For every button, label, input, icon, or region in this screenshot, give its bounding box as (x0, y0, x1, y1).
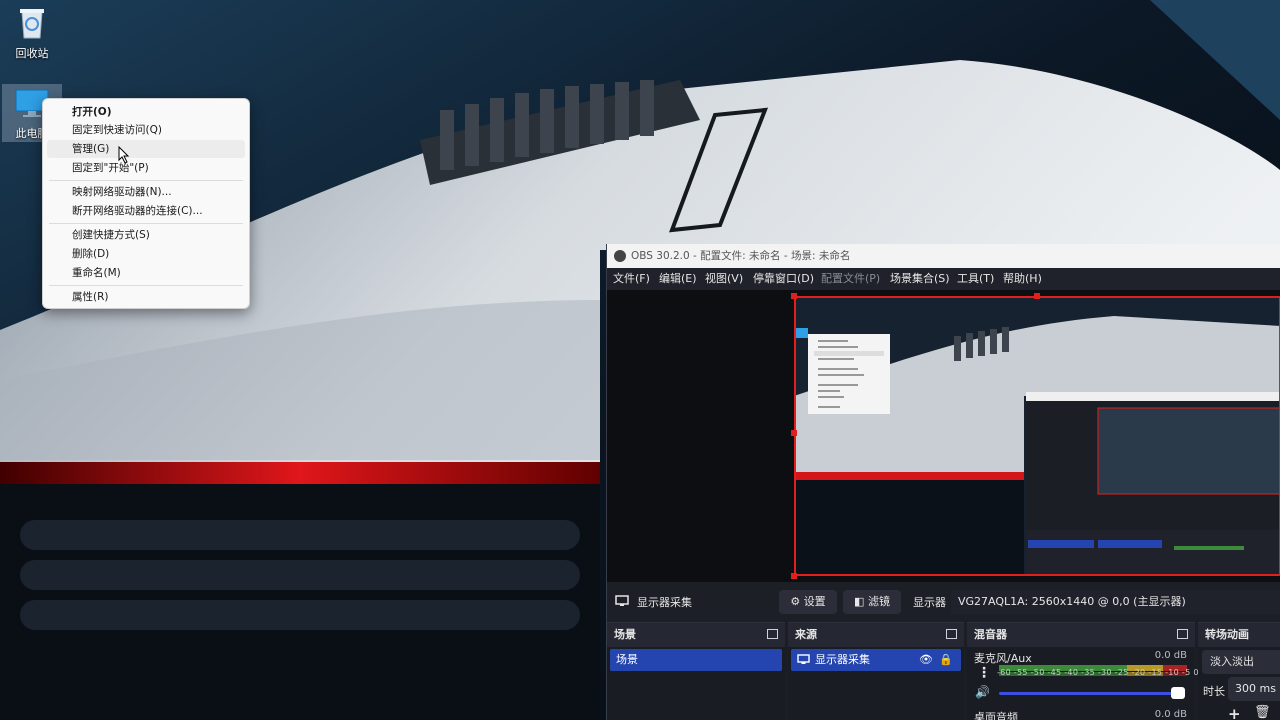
menu-item-pin-quick-access[interactable]: 固定到快速访问(Q) (47, 121, 245, 139)
menu-item-manage[interactable]: 管理(G) (47, 140, 245, 158)
menu-item-create-shortcut[interactable]: 创建快捷方式(S) (47, 226, 245, 244)
sources-dock: 来源 显示器采集 👁 🔒 (788, 622, 964, 720)
resize-handle[interactable] (1034, 293, 1040, 299)
lock-icon[interactable]: 🔒 (939, 649, 953, 671)
transition-type-select[interactable]: 淡入淡出 (1202, 650, 1280, 674)
source-list-item[interactable]: 显示器采集 👁 🔒 (791, 649, 961, 671)
resize-handle[interactable] (791, 573, 797, 579)
menu-item-map-network-drive[interactable]: 映射网络驱动器(N)... (47, 183, 245, 201)
trash-icon[interactable]: 🗑 (1254, 705, 1271, 720)
selected-source-name: 显示器采集 (637, 596, 692, 609)
mixer-dock-title: 混音器 (974, 628, 1007, 641)
filter-icon: ◧ (854, 595, 865, 608)
menu-separator (49, 180, 243, 181)
desktop-audio-channel-level: 0.0 dB (1154, 709, 1187, 720)
sources-dock-header: 来源 (788, 623, 964, 647)
mixer-dock-header: 混音器 (967, 623, 1195, 647)
mouse-cursor-icon (118, 146, 130, 164)
eye-visibility-icon[interactable]: 👁 (919, 649, 933, 671)
obs-menubar: 文件(F) 编辑(E) 视图(V) 停靠窗口(D) 配置文件(P) 场景集合(S… (607, 268, 1280, 290)
transitions-dock-title: 转场动画 (1205, 628, 1249, 641)
scene-list-item[interactable]: 场景 (610, 649, 782, 671)
obs-window: OBS 30.2.0 - 配置文件: 未命名 - 场景: 未命名 文件(F) 编… (606, 244, 1280, 720)
settings-label: 设置 (803, 595, 826, 608)
kebab-menu-icon[interactable]: ⋮ (977, 665, 991, 681)
recycle-bin-desktop-icon[interactable]: 回收站 (2, 4, 62, 61)
menu-help[interactable]: 帮助(H) (1003, 268, 1042, 290)
obs-window-title: OBS 30.2.0 - 配置文件: 未命名 - 场景: 未命名 (631, 250, 851, 262)
speaker-volume-icon[interactable]: 🔊 (975, 685, 990, 699)
scenes-dock: 场景 场景 (607, 622, 785, 720)
duration-input[interactable]: 300 ms (1228, 677, 1280, 701)
volume-slider-track[interactable] (999, 692, 1179, 695)
display-source-icon (615, 595, 629, 606)
menu-tools[interactable]: 工具(T) (957, 268, 994, 290)
duration-value: 300 ms (1235, 682, 1276, 695)
menu-file[interactable]: 文件(F) (613, 268, 650, 290)
obs-preview-area[interactable] (607, 290, 1280, 582)
transitions-dock-header: 转场动画 (1198, 623, 1280, 647)
gear-icon: ⚙ (790, 595, 801, 608)
scenes-dock-header: 场景 (607, 623, 785, 647)
scene-transitions-dock: 转场动画 淡入淡出 时长 300 ms + 🗑 (1198, 622, 1280, 720)
source-settings-button[interactable]: ⚙ 设置 (779, 590, 837, 614)
obs-titlebar[interactable]: OBS 30.2.0 - 配置文件: 未命名 - 场景: 未命名 (607, 244, 1280, 268)
mic-channel-level: 0.0 dB (1154, 650, 1187, 661)
display-select-value: VG27AQL1A: 2560x1440 @ 0,0 (主显示器) (958, 595, 1186, 608)
undock-icon[interactable] (946, 629, 957, 639)
scenes-dock-title: 场景 (614, 628, 636, 641)
resize-handle[interactable] (791, 430, 797, 436)
display-label: 显示器 (913, 596, 946, 609)
duration-label: 时长 (1203, 685, 1225, 698)
display-select[interactable]: VG27AQL1A: 2560x1440 @ 0,0 (主显示器) (951, 590, 1280, 614)
transition-type-value: 淡入淡出 (1210, 655, 1254, 668)
menu-item-disconnect-network-drive[interactable]: 断开网络驱动器的连接(C)... (47, 202, 245, 220)
source-toolbar: 显示器采集 ⚙ 设置 ◧ 滤镜 显示器 VG27AQL1A: 2560x1440… (607, 582, 1280, 622)
menu-separator (49, 223, 243, 224)
volume-slider-handle[interactable] (1171, 687, 1185, 699)
menu-item-properties[interactable]: 属性(R) (47, 288, 245, 306)
menu-item-open[interactable]: 打开(O) (47, 103, 245, 121)
menu-item-delete[interactable]: 删除(D) (47, 245, 245, 263)
audio-mixer-dock: 混音器 麦克风/Aux 0.0 dB ⋮ -60 -55 -50 -45 -40… (967, 622, 1198, 720)
source-filters-button[interactable]: ◧ 滤镜 (843, 590, 901, 614)
context-menu: 打开(O) 固定到快速访问(Q) 管理(G) 固定到"开始"(P) 映射网络驱动… (42, 98, 250, 309)
menu-docks[interactable]: 停靠窗口(D) (753, 268, 814, 290)
add-transition-icon[interactable]: + (1228, 705, 1241, 720)
recycle-bin-label: 回收站 (15, 47, 49, 60)
menu-view[interactable]: 视图(V) (705, 268, 743, 290)
undock-icon[interactable] (767, 629, 778, 639)
mic-channel-name: 麦克风/Aux (974, 652, 1032, 665)
recycle-bin-icon (20, 9, 44, 39)
undock-icon[interactable] (1177, 629, 1188, 639)
menu-item-pin-start[interactable]: 固定到"开始"(P) (47, 159, 245, 177)
sources-dock-title: 来源 (795, 628, 817, 641)
meter-scale-ticks: -60 -55 -50 -45 -40 -35 -30 -25 -20 -15 … (997, 668, 1199, 677)
resize-handle[interactable] (791, 293, 797, 299)
menu-item-rename[interactable]: 重命名(M) (47, 264, 245, 282)
obs-logo-icon (614, 250, 626, 262)
menu-scene-collection[interactable]: 场景集合(S) (890, 268, 950, 290)
display-source-icon (797, 654, 810, 664)
menu-edit[interactable]: 编辑(E) (659, 268, 697, 290)
filters-label: 滤镜 (867, 595, 890, 608)
desktop-audio-channel-name: 桌面音频 (974, 711, 1018, 720)
source-item-label: 显示器采集 (815, 653, 870, 666)
menu-profile[interactable]: 配置文件(P) (821, 268, 880, 290)
source-selection-outline (794, 296, 1280, 576)
menu-separator (49, 285, 243, 286)
